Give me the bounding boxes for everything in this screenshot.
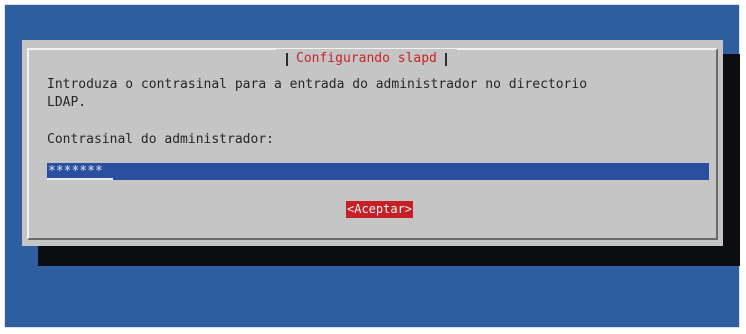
title-left-tick	[286, 52, 288, 66]
description-line-1: Introduza o contrasinal para a entrada d…	[47, 77, 588, 92]
dialog-frame: Configurando slapd Introduza o contrasin…	[27, 48, 718, 240]
password-value: *******	[48, 164, 103, 179]
password-field-label: Contrasinal do administrador:	[47, 132, 274, 147]
accept-button[interactable]: <Aceptar>	[346, 201, 414, 218]
title-right-tick	[444, 52, 447, 66]
dialog-title: Configurando slapd	[296, 51, 437, 66]
password-input[interactable]: *******	[47, 163, 709, 180]
text-cursor	[47, 178, 113, 180]
description-line-2: LDAP.	[47, 95, 87, 110]
configuration-dialog: Configurando slapd Introduza o contrasin…	[22, 40, 723, 246]
dialog-title-bar: Configurando slapd	[276, 49, 457, 69]
